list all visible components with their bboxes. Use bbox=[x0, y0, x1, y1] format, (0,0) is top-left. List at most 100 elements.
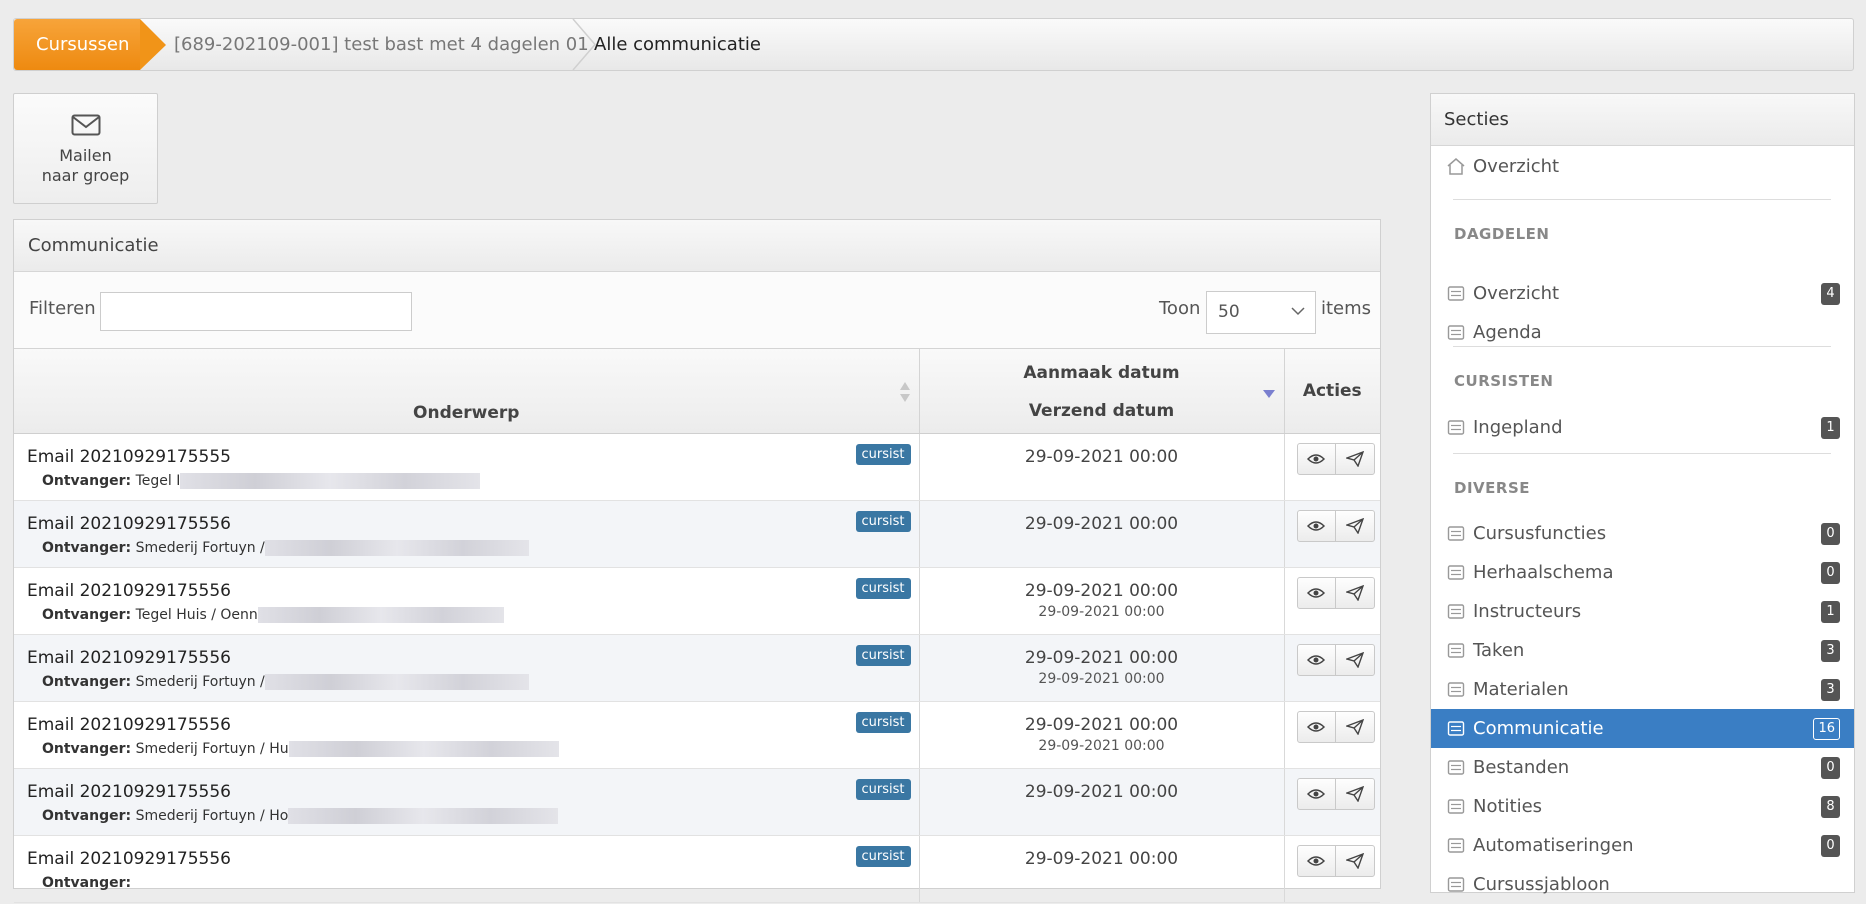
sort-desc-icon bbox=[1262, 390, 1275, 398]
sidebar-item-taken[interactable]: Taken 3 bbox=[1431, 631, 1854, 670]
eye-icon bbox=[1307, 788, 1326, 799]
group-dagdelen: DAGDELEN bbox=[1454, 225, 1550, 243]
breadcrumb-cursussen[interactable]: Cursussen bbox=[14, 19, 166, 70]
subject-cell: Email 20210929175556 Ontvanger: Smederij … bbox=[14, 701, 920, 769]
sidebar-item-automatiseringen[interactable]: Automatiseringen 0 bbox=[1431, 826, 1854, 865]
dates-cell: 29-09-2021 00:00 bbox=[919, 433, 1285, 501]
recipient-value: Smederij Fortuyn / Ho bbox=[135, 807, 289, 824]
eye-icon bbox=[1307, 654, 1326, 665]
sent-date bbox=[921, 802, 1283, 805]
created-date: 29-09-2021 00:00 bbox=[1024, 647, 1179, 668]
paper-plane-icon bbox=[1345, 785, 1364, 802]
view-button[interactable] bbox=[1298, 511, 1336, 541]
created-date: 29-09-2021 00:00 bbox=[1024, 714, 1179, 735]
sent-date bbox=[921, 869, 1283, 872]
column-dates[interactable]: Aanmaak datum Verzend datum bbox=[919, 349, 1285, 434]
recipient-label: Ontvanger: bbox=[42, 874, 132, 891]
sidebar-item-cursusfuncties[interactable]: Cursusfuncties 0 bbox=[1431, 514, 1854, 553]
table-row: Email 20210929175556 Ontvanger: Smederij … bbox=[14, 634, 1380, 702]
user-icon bbox=[1447, 604, 1465, 619]
view-button[interactable] bbox=[1298, 645, 1336, 675]
row-actions bbox=[1296, 844, 1375, 877]
send-button[interactable] bbox=[1335, 778, 1373, 809]
send-button[interactable] bbox=[1335, 577, 1373, 608]
view-button[interactable] bbox=[1298, 712, 1336, 742]
row-subject[interactable]: Email 20210929175556 bbox=[15, 636, 918, 668]
status-badge: cursist bbox=[855, 644, 911, 666]
eye-icon bbox=[1307, 855, 1326, 866]
table-row: Email 20210929175556 Ontvanger: Smederij … bbox=[14, 768, 1380, 836]
row-actions bbox=[1296, 442, 1375, 475]
send-button[interactable] bbox=[1335, 510, 1373, 541]
sidebar-item-agenda[interactable]: Agenda bbox=[1431, 313, 1854, 352]
column-created-label: Aanmaak datum bbox=[1023, 362, 1180, 383]
send-button[interactable] bbox=[1335, 644, 1373, 675]
sidebar-item-instructeurs[interactable]: Instructeurs 1 bbox=[1431, 592, 1854, 631]
send-button[interactable] bbox=[1335, 443, 1373, 474]
breadcrumb-course[interactable]: [689-202109-001] test bast met 4 dagelen… bbox=[174, 19, 589, 70]
sidebar-item-label: Cursusfuncties bbox=[1473, 523, 1607, 544]
mail-group-button[interactable]: Mailen naar groep bbox=[13, 93, 158, 204]
recipient-label: Ontvanger: bbox=[42, 807, 132, 824]
view-button[interactable] bbox=[1298, 779, 1336, 809]
row-recipient: Ontvanger: Smederij Fortuyn / Ho bbox=[15, 802, 918, 824]
communication-table: Onderwerp Aanmaak datum Verzend datum Ac… bbox=[14, 349, 1380, 903]
recipient-label: Ontvanger: bbox=[42, 539, 132, 556]
send-button[interactable] bbox=[1335, 711, 1373, 742]
dates-cell: 29-09-2021 00:00 29-09-2021 00:00 bbox=[919, 567, 1285, 635]
row-actions bbox=[1296, 509, 1375, 542]
row-subject[interactable]: Email 20210929175556 bbox=[15, 837, 918, 869]
actions-cell bbox=[1284, 634, 1380, 702]
table-row: Email 20210929175556 Ontvanger: Tegel Hui… bbox=[14, 567, 1380, 635]
truck-icon bbox=[1447, 682, 1465, 697]
items-label: items bbox=[1321, 298, 1372, 319]
column-actions: Acties bbox=[1284, 349, 1380, 434]
panel-title: Communicatie bbox=[14, 220, 1380, 272]
sidebar-item-ingepland[interactable]: Ingepland 1 bbox=[1431, 408, 1854, 447]
group-diverse: DIVERSE bbox=[1454, 479, 1530, 497]
status-badge: cursist bbox=[855, 577, 911, 599]
paper-plane-icon bbox=[1345, 450, 1364, 467]
filter-label: Filteren bbox=[29, 298, 96, 319]
view-button[interactable] bbox=[1298, 578, 1336, 608]
recipient-label: Ontvanger: bbox=[42, 472, 132, 489]
subject-cell: Email 20210929175555 Ontvanger: Tegel Icu… bbox=[14, 433, 920, 501]
row-subject[interactable]: Email 20210929175556 bbox=[15, 770, 918, 802]
row-subject[interactable]: Email 20210929175555 bbox=[15, 435, 918, 467]
sidebar-item-cursussjabloon[interactable]: Cursussjabloon bbox=[1431, 865, 1854, 904]
sidebar-item-herhaalschema[interactable]: Herhaalschema 0 bbox=[1431, 553, 1854, 592]
user-badge-icon bbox=[1447, 420, 1465, 435]
note-icon bbox=[1447, 799, 1465, 814]
sent-date bbox=[921, 534, 1283, 537]
sidebar-item-communicatie[interactable]: Communicatie 16 bbox=[1431, 709, 1854, 748]
table-row: Email 20210929175556 Ontvanger: Smederij … bbox=[14, 500, 1380, 568]
paper-plane-icon bbox=[1345, 852, 1364, 869]
sidebar-item-overview[interactable]: Overzicht bbox=[1431, 147, 1854, 186]
view-button[interactable] bbox=[1298, 444, 1336, 474]
sidebar-item-overzicht[interactable]: Overzicht 4 bbox=[1431, 274, 1854, 313]
send-button[interactable] bbox=[1335, 845, 1373, 876]
row-subject[interactable]: Email 20210929175556 bbox=[15, 569, 918, 601]
row-subject[interactable]: Email 20210929175556 bbox=[15, 502, 918, 534]
row-subject[interactable]: Email 20210929175556 bbox=[15, 703, 918, 735]
recipient-value: Tegel Huis / Oenn bbox=[135, 606, 258, 623]
created-date: 29-09-2021 00:00 bbox=[1024, 781, 1179, 802]
sidebar-item-materialen[interactable]: Materialen 3 bbox=[1431, 670, 1854, 709]
sidebar-item-bestanden[interactable]: Bestanden 0 bbox=[1431, 748, 1854, 787]
actions-cell bbox=[1284, 768, 1380, 836]
count-badge: 8 bbox=[1821, 796, 1840, 818]
recipient-label: Ontvanger: bbox=[42, 606, 132, 623]
sidebar-item-notities[interactable]: Notities 8 bbox=[1431, 787, 1854, 826]
breadcrumb: Cursussen [689-202109-001] test bast met… bbox=[13, 18, 1854, 71]
dates-cell: 29-09-2021 00:00 bbox=[919, 768, 1285, 836]
table-row: Email 20210929175556 Ontvanger: cursist 29… bbox=[14, 835, 1380, 903]
recipient-value: Smederij Fortuyn / bbox=[135, 539, 265, 556]
sidebar-item-label: Overzicht bbox=[1473, 283, 1560, 304]
mail-group-label-2: naar groep bbox=[41, 166, 130, 185]
created-date: 29-09-2021 00:00 bbox=[1024, 446, 1179, 467]
page-size-select[interactable]: 50 bbox=[1206, 291, 1316, 334]
filter-input[interactable] bbox=[100, 292, 412, 331]
redacted-text bbox=[288, 807, 559, 824]
view-button[interactable] bbox=[1298, 846, 1336, 876]
column-subject[interactable]: Onderwerp bbox=[14, 349, 920, 434]
